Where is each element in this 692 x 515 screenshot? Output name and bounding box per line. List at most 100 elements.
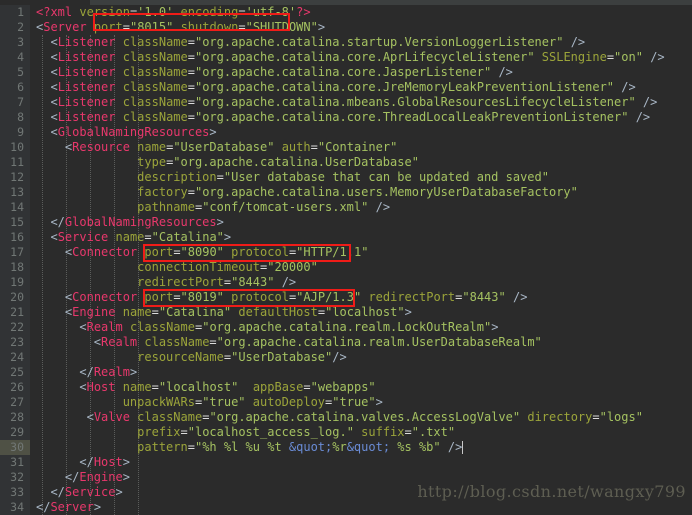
token-punct: /> bbox=[621, 80, 636, 94]
code-line-text: pathname="conf/tomcat-users.xml" /> bbox=[36, 200, 390, 215]
token-punct: </ bbox=[36, 500, 51, 514]
code-line[interactable]: 5 <Listener className="org.apache.catali… bbox=[0, 65, 692, 80]
token-val: ".txt" bbox=[411, 425, 456, 439]
token-white bbox=[36, 260, 137, 274]
token-punct: > bbox=[122, 455, 130, 469]
code-line-text: <GlobalNamingResources> bbox=[36, 125, 217, 140]
token-tag: Listener bbox=[57, 35, 116, 49]
token-attr: resourceName bbox=[137, 350, 224, 364]
token-eq: = bbox=[187, 95, 195, 109]
line-number: 21 bbox=[10, 305, 24, 319]
code-line[interactable]: 23 <Realm className="org.apache.catalina… bbox=[0, 335, 692, 350]
code-line[interactable]: 17 <Connector port="8090" protocol="HTTP… bbox=[0, 245, 692, 260]
code-line[interactable]: 30 pattern="%h %l %u %t &quot;%r&quot; %… bbox=[0, 440, 692, 455]
code-line[interactable]: 7 <Listener className="org.apache.catali… bbox=[0, 95, 692, 110]
token-val: "%h %l %u %t bbox=[194, 440, 289, 454]
token-eq: = bbox=[187, 110, 195, 124]
code-line[interactable]: 34 </Server> bbox=[0, 500, 692, 515]
token-punct: /> bbox=[447, 440, 463, 454]
code-line-text: pattern="%h %l %u %t &quot;%r&quot; %s %… bbox=[36, 440, 462, 455]
token-punct: > bbox=[209, 125, 217, 139]
token-white bbox=[36, 200, 137, 214]
token-eq: = bbox=[404, 425, 412, 439]
token-attr: prefix bbox=[137, 425, 181, 439]
token-tag: Engine bbox=[79, 470, 123, 484]
token-val: "8443" bbox=[231, 275, 275, 289]
token-punct: </ bbox=[79, 365, 94, 379]
code-line[interactable]: 14 pathname="conf/tomcat-users.xml" /> bbox=[0, 200, 692, 215]
code-line[interactable]: 4 <Listener className="org.apache.catali… bbox=[0, 50, 692, 65]
xml-code-editor[interactable]: 1 <?xml version='1.0' encoding='utf-8'?> 2… bbox=[0, 0, 692, 515]
code-line[interactable]: 9 <GlobalNamingResources> bbox=[0, 125, 692, 140]
code-line[interactable]: 3 <Listener className="org.apache.catali… bbox=[0, 35, 692, 50]
code-line[interactable]: 29 prefix="localhost_access_log." suffix… bbox=[0, 425, 692, 440]
token-punct: < bbox=[79, 320, 87, 334]
token-val: "org.apache.catalina.mbeans.GlobalResour… bbox=[194, 95, 636, 109]
token-eq: = bbox=[173, 290, 181, 304]
token-attr: name bbox=[115, 230, 145, 244]
code-line-text: <Service name="Catalina"> bbox=[36, 230, 231, 245]
code-line[interactable]: 24 resourceName="UserDatabase"/> bbox=[0, 350, 692, 365]
line-number: 6 bbox=[17, 80, 24, 94]
token-punct: < bbox=[50, 65, 58, 79]
token-punct: </ bbox=[50, 215, 65, 229]
code-line[interactable]: 27 unpackWARs="true" autoDeploy="true"> bbox=[0, 395, 692, 410]
token-punct: < bbox=[86, 410, 94, 424]
token-attr: name bbox=[122, 305, 152, 319]
code-line[interactable]: 15 </GlobalNamingResources> bbox=[0, 215, 692, 230]
code-content-area[interactable]: 1 <?xml version='1.0' encoding='utf-8'?> 2… bbox=[0, 5, 692, 515]
code-line-text: </Host> bbox=[36, 455, 130, 470]
token-punct: /> bbox=[332, 350, 347, 364]
token-tag: Listener bbox=[57, 95, 116, 109]
line-number: 17 bbox=[10, 245, 24, 259]
token-punct: /> bbox=[498, 65, 513, 79]
code-line[interactable]: 11 type="org.apache.catalina.UserDatabas… bbox=[0, 155, 692, 170]
token-val: "conf/tomcat-users.xml" bbox=[202, 200, 369, 214]
code-line[interactable]: 13 factory="org.apache.catalina.users.Me… bbox=[0, 185, 692, 200]
code-line-text: unpackWARs="true" autoDeploy="true"> bbox=[36, 395, 383, 410]
line-number: 30 bbox=[10, 440, 24, 454]
token-punct: /> bbox=[512, 290, 528, 304]
token-prolog: ?> bbox=[296, 5, 311, 19]
code-line[interactable]: 21 <Engine name="Catalina" defaultHost="… bbox=[0, 305, 692, 320]
token-punct: > bbox=[317, 20, 326, 34]
token-eq: = bbox=[310, 140, 318, 154]
token-punct: < bbox=[50, 125, 58, 139]
token-val: "on" bbox=[614, 50, 643, 64]
code-line[interactable]: 6 <Listener className="org.apache.catali… bbox=[0, 80, 692, 95]
token-eq: = bbox=[151, 380, 159, 394]
token-white bbox=[115, 95, 122, 109]
code-line[interactable]: 19 redirectPort="8443" /> bbox=[0, 275, 692, 290]
code-line[interactable]: 28 <Valve className = "org.apache.catalina… bbox=[0, 410, 692, 425]
token-white bbox=[36, 275, 137, 289]
code-line[interactable]: 18 connectionTimeout="20000" bbox=[0, 260, 692, 275]
token-entity: &quot; bbox=[346, 440, 391, 454]
token-val: "AJP/1.3" bbox=[296, 290, 362, 304]
code-line[interactable]: 31 </Host> bbox=[0, 455, 692, 470]
token-white bbox=[628, 110, 635, 124]
token-attr: protocol bbox=[231, 245, 289, 259]
code-line[interactable]: 16 <Service name="Catalina"> bbox=[0, 230, 692, 245]
code-line-text: type="org.apache.catalina.UserDatabase" bbox=[36, 155, 419, 170]
code-line[interactable]: 22 <Realm className="org.apache.catalina… bbox=[0, 320, 692, 335]
token-attr: redirectPort bbox=[368, 290, 456, 304]
token-punct: /> bbox=[642, 95, 658, 109]
token-white bbox=[87, 20, 94, 34]
line-number: 26 bbox=[10, 380, 24, 394]
token-white bbox=[36, 170, 137, 184]
code-line[interactable]: 8 <Listener className="org.apache.catali… bbox=[0, 110, 692, 125]
line-number: 5 bbox=[17, 65, 24, 79]
token-tag: Host bbox=[93, 455, 123, 469]
code-line[interactable]: 1 <?xml version='1.0' encoding='utf-8'?> bbox=[0, 5, 692, 20]
code-line-text: </Engine> bbox=[36, 470, 130, 485]
token-attr: description bbox=[137, 170, 217, 184]
code-line[interactable]: 25 </Realm> bbox=[0, 365, 692, 380]
token-white bbox=[36, 110, 50, 124]
code-line[interactable]: 10 <Resource name="UserDatabase" auth="C… bbox=[0, 140, 692, 155]
token-attr: className bbox=[122, 50, 188, 64]
code-line[interactable]: 26 <Host name="localhost" appBase="webap… bbox=[0, 380, 692, 395]
token-white bbox=[116, 305, 123, 319]
code-line[interactable]: 12 description="User database that can b… bbox=[0, 170, 692, 185]
code-line[interactable]: 2 <Server port="8015" shutdown="SHUTDOWN"… bbox=[0, 20, 692, 35]
code-line[interactable]: 20 <Connector port="8019" protocol="AJP/… bbox=[0, 290, 692, 305]
